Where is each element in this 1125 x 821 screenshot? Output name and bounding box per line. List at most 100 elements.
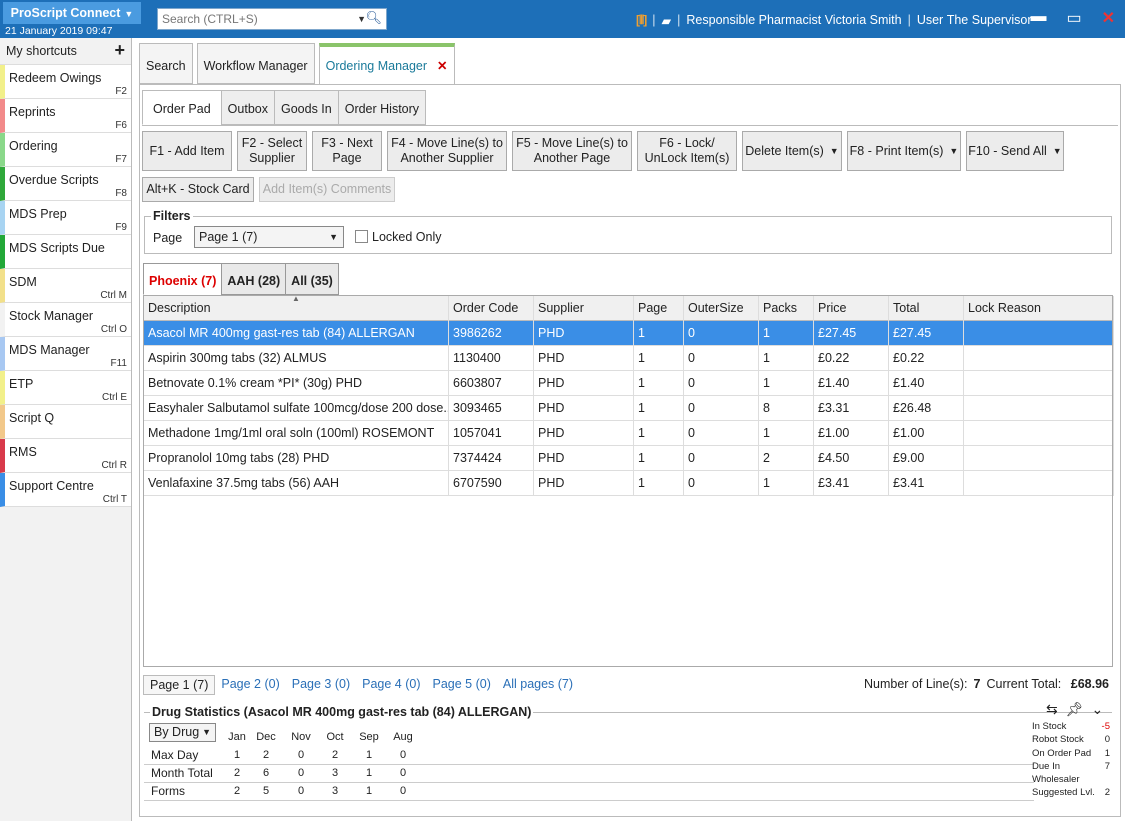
sidebar-item[interactable]: Redeem Owings F2 [0, 65, 131, 99]
stats-value: 0 [399, 785, 407, 797]
sidebar-item[interactable]: MDS Manager F11 [0, 337, 131, 371]
sort-ascending-icon: ▲ [292, 294, 300, 303]
page-link[interactable]: Page 4 (0) [356, 675, 426, 695]
page-link[interactable]: Page 5 (0) [427, 675, 497, 695]
table-cell: 1 [634, 321, 684, 346]
chevron-down-icon[interactable]: ⌄ [1092, 701, 1104, 718]
stock-summary-row: Due In 7 [1032, 760, 1110, 773]
add-shortcut-icon[interactable]: + [114, 37, 125, 64]
move-lines-page-button[interactable]: F5 - Move Line(s) to Another Page [512, 131, 632, 171]
page-link[interactable]: Page 3 (0) [286, 675, 356, 695]
add-comments-button[interactable]: Add Item(s) Comments [259, 177, 395, 202]
sidebar-item[interactable]: Overdue Scripts F8 [0, 167, 131, 201]
sidebar-item[interactable]: ETP Ctrl E [0, 371, 131, 405]
sidebar-item[interactable]: Stock Manager Ctrl O [0, 303, 131, 337]
column-header[interactable]: Total [889, 296, 964, 321]
add-item-button[interactable]: F1 - Add Item [142, 131, 232, 171]
swap-icon[interactable]: ⇆ [1046, 701, 1058, 718]
minimize-icon[interactable]: ▬ [1030, 8, 1046, 28]
stats-value: 0 [297, 767, 305, 779]
user-name[interactable]: The Supervisor [947, 13, 1032, 27]
page-link[interactable]: Page 1 (7) [143, 675, 216, 695]
table-cell: Aspirin 300mg tabs (32) ALMUS [144, 346, 449, 371]
next-page-button[interactable]: F3 - Next Page [312, 131, 382, 171]
sidebar-item-label: RMS [9, 445, 37, 459]
table-row[interactable]: Venlafaxine 37.5mg tabs (56) AAH 6707590 P… [144, 471, 1114, 496]
column-header[interactable]: Lock Reason [964, 296, 1114, 321]
search-icon[interactable]: 🔍︎ [365, 8, 382, 28]
table-row[interactable]: Easyhaler Salbutamol sulfate 100mcg/dose… [144, 396, 1114, 421]
stock-value: -5 [1101, 721, 1110, 732]
tab-workflow-manager[interactable]: Workflow Manager [196, 43, 315, 84]
tab-phoenix[interactable]: Phoenix (7) [143, 263, 223, 295]
tab-outbox[interactable]: Outbox [220, 90, 275, 125]
pin-icon[interactable]: 📌︎ [1066, 701, 1084, 718]
column-header[interactable]: Supplier [534, 296, 634, 321]
table-cell: 0 [684, 371, 759, 396]
tab-order-pad[interactable]: Order Pad [142, 90, 222, 125]
column-header[interactable]: Page [634, 296, 684, 321]
stats-value: 1 [365, 785, 373, 797]
title-bar: ProScript Connect ▼ 21 January 2019 09:47… [0, 0, 1125, 38]
pharmacist-name[interactable]: Victoria Smith [825, 13, 902, 27]
barcode-icon[interactable]: [⦀] [636, 13, 647, 28]
page-link[interactable]: All pages (7) [497, 675, 579, 695]
tab-search[interactable]: Search [139, 43, 193, 84]
sidebar-item[interactable]: Reprints F6 [0, 99, 131, 133]
tab-aah[interactable]: AAH (28) [221, 263, 287, 295]
delete-items-button[interactable]: Delete Item(s) ▼ [742, 131, 842, 171]
sub-tabs: Order Pad Outbox Goods In Order History [142, 90, 427, 125]
table-cell: 1 [759, 421, 814, 446]
table-cell: 1 [634, 421, 684, 446]
tab-ordering-manager[interactable]: Ordering Manager ✕ [318, 43, 455, 84]
locked-only-checkbox[interactable] [355, 230, 368, 243]
maximize-icon[interactable]: ▭ [1066, 8, 1081, 28]
table-row[interactable]: Betnovate 0.1% cream *PI* (30g) PHD 66038… [144, 371, 1114, 396]
sidebar-item-label: Reprints [9, 105, 56, 119]
column-header[interactable]: Price [814, 296, 889, 321]
move-lines-supplier-button[interactable]: F4 - Move Line(s) to Another Supplier [387, 131, 507, 171]
column-header[interactable]: Order Code [449, 296, 534, 321]
table-cell: PHD [534, 471, 634, 496]
stock-label: Robot Stock [1032, 734, 1084, 746]
sidebar-item[interactable]: Script Q [0, 405, 131, 439]
sidebar-item-label: Ordering [9, 139, 58, 153]
sidebar-item[interactable]: RMS Ctrl R [0, 439, 131, 473]
sidebar-item[interactable]: MDS Prep F9 [0, 201, 131, 235]
table-cell: £9.00 [889, 446, 964, 471]
sidebar-item[interactable]: MDS Scripts Due [0, 235, 131, 269]
table-row[interactable]: Aspirin 300mg tabs (32) ALMUS 1130400 PHD 1… [144, 346, 1114, 371]
stats-value: 0 [399, 749, 407, 761]
close-tab-icon[interactable]: ✕ [437, 59, 447, 73]
table-row[interactable]: Propranolol 10mg tabs (28) PHD 7374424 PHD… [144, 446, 1114, 471]
table-cell: 1 [634, 471, 684, 496]
table-row[interactable]: Asacol MR 400mg gast-res tab (84) ALLERG… [144, 321, 1114, 346]
stock-card-button[interactable]: Alt+K - Stock Card [142, 177, 254, 202]
shortcut-key: F6 [115, 120, 127, 131]
sidebar-item[interactable]: SDM Ctrl M [0, 269, 131, 303]
lock-unlock-button[interactable]: F6 - Lock/ UnLock Item(s) [637, 131, 737, 171]
page-select[interactable]: Page 1 (7) ▼ [194, 226, 344, 248]
table-row[interactable]: Methadone 1mg/1ml oral soln (100ml) ROSE… [144, 421, 1114, 446]
sidebar-item[interactable]: Ordering F7 [0, 133, 131, 167]
lines-summary: Number of Line(s): 7 Current Total: £68.96 [864, 677, 1109, 691]
tab-goods-in[interactable]: Goods In [273, 90, 339, 125]
stock-summary: In Stock -5 Robot Stock 0 On Order Pad 1 Due I… [1032, 720, 1110, 800]
stats-row-label: Month Total [151, 766, 213, 780]
shortcut-key: F8 [115, 188, 127, 199]
column-header[interactable]: Packs [759, 296, 814, 321]
search-input[interactable]: Search (CTRL+S) ▼ 🔍︎ [157, 8, 387, 30]
app-menu-button[interactable]: ProScript Connect ▼ [3, 2, 141, 24]
page-link[interactable]: Page 2 (0) [215, 675, 285, 695]
print-items-button[interactable]: F8 - Print Item(s) ▼ [847, 131, 961, 171]
table-header-row: Description Order Code Supplier Page OuterSi… [144, 294, 1114, 321]
close-icon[interactable]: ✕ [1102, 8, 1115, 28]
send-all-button[interactable]: F10 - Send All ▼ [966, 131, 1064, 171]
column-header[interactable]: OuterSize [684, 296, 759, 321]
sidebar-item[interactable]: Support Centre Ctrl T [0, 473, 131, 507]
select-supplier-button[interactable]: F2 - Select Supplier [237, 131, 307, 171]
tab-order-history[interactable]: Order History [337, 90, 427, 125]
shortcut-key: Ctrl E [102, 392, 127, 403]
tab-all[interactable]: All (35) [285, 263, 339, 295]
card-icon[interactable]: ▰ [662, 13, 672, 28]
